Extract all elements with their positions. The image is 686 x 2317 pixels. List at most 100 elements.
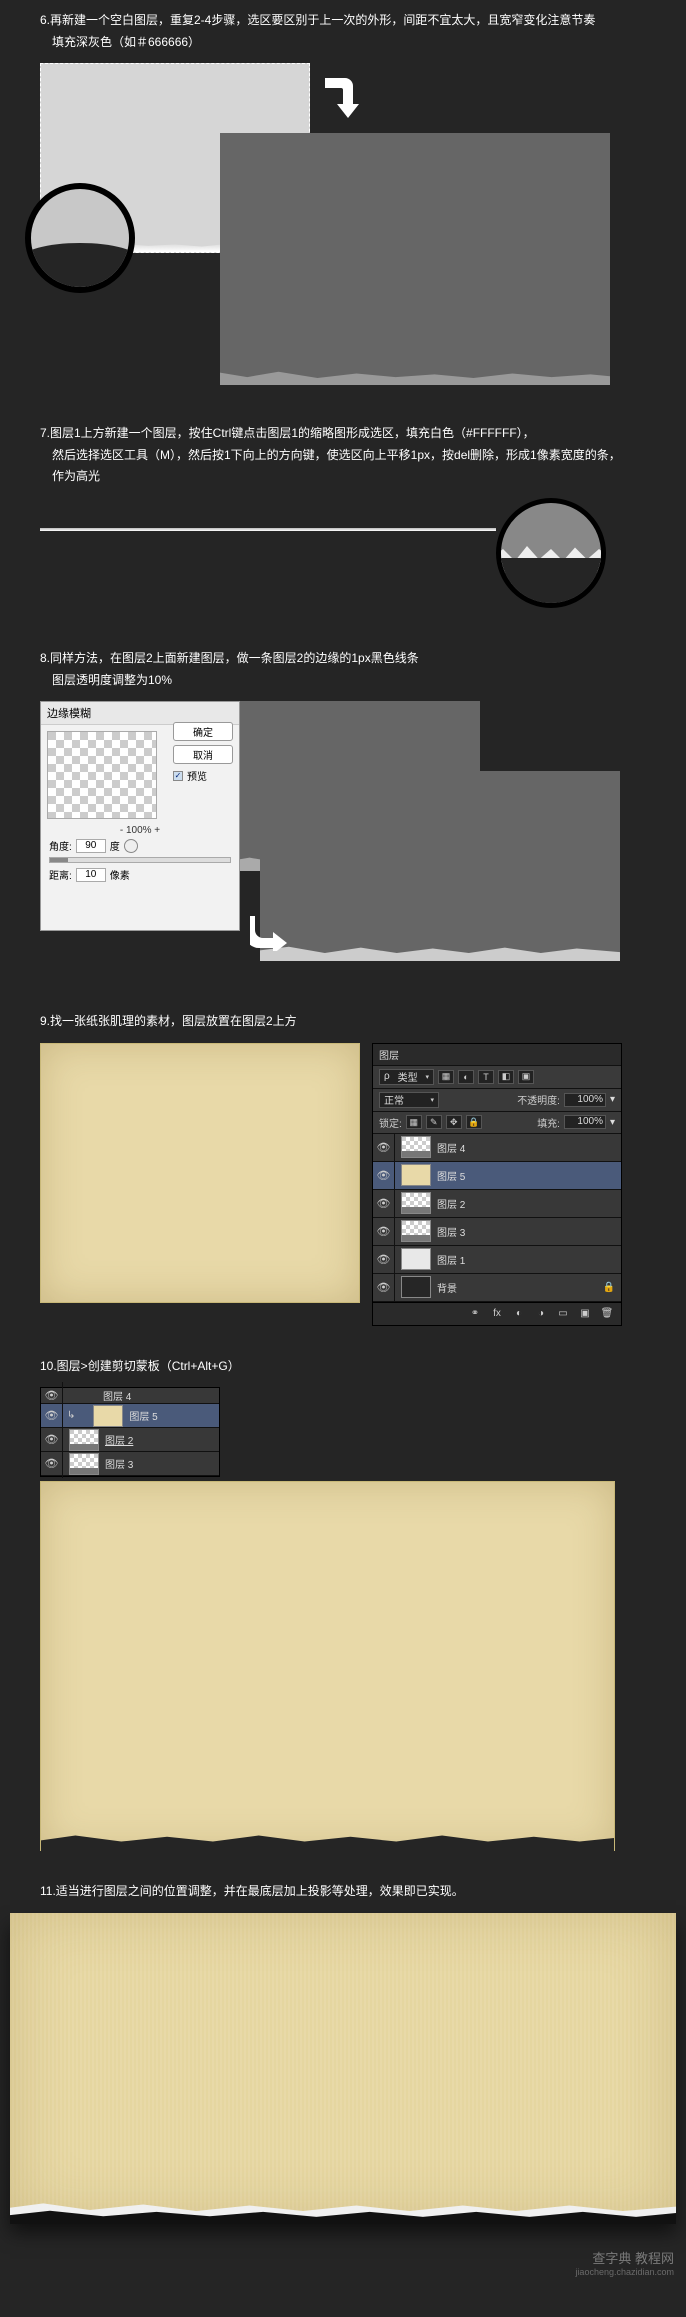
filter-row: ρ 类型 ▾ ▦ ◐ T ◧ ▣ [373,1066,621,1089]
distance-row: 距离: 10 像素 [41,865,239,884]
layer-row[interactable]: 👁 图层 3 [373,1218,621,1246]
torn-edge [220,367,610,385]
visibility-toggle-icon[interactable]: 👁 [373,1133,395,1161]
layer-name: 图层 2 [437,1196,465,1211]
caption-text: 11.适当进行图层之间的位置调整，并在最底层加上投影等处理，效果即已实现。 [40,1881,646,1903]
lock-pixels-icon[interactable]: ▦ [406,1115,422,1129]
layer-thumbnail [401,1276,431,1298]
lock-fill-row: 锁定: ▦ ✎ ✥ 🔒 填充: 100% ▾ [373,1112,621,1134]
group-icon[interactable]: ▭ [555,1307,571,1321]
select-value: ρ [384,1071,390,1082]
layer-row[interactable]: 👁图层 2 [41,1428,219,1452]
step-11: 11.适当进行图层之间的位置调整，并在最底层加上投影等处理，效果即已实现。 [0,1881,686,2218]
arrow-icon [250,911,290,951]
visibility-toggle-icon[interactable]: 👁 [41,1450,63,1478]
step-8-figure: 边缘模糊 确定 取消 ✓ 预览 - 100% + 角度: 90 度 [40,701,646,981]
layer-row[interactable]: 👁 图层 2 [373,1190,621,1218]
highlight-line [40,528,496,531]
filter-pixel-icon[interactable]: ▦ [438,1070,454,1084]
layer-thumbnail [69,1429,99,1451]
layer-row[interactable]: 👁背景🔒 [373,1274,621,1302]
layer-thumbnail [93,1405,123,1427]
step-6-caption: 6.再新建一个空白图层，重复2-4步骤，选区要区别于上一次的外形，间距不宜太大，… [0,10,686,63]
fx-icon[interactable]: fx [489,1307,505,1321]
layers-panel: 图层 ρ 类型 ▾ ▦ ◐ T ◧ ▣ 正常 ▾ [372,1043,622,1326]
caption-text: 9.找一张纸张肌理的素材，图层放置在图层2上方 [40,1011,646,1033]
visibility-toggle-icon[interactable]: 👁 [373,1161,395,1189]
layer-row[interactable]: 👁 图层 1 [373,1246,621,1274]
step-9-figure: 图层 ρ 类型 ▾ ▦ ◐ T ◧ ▣ 正常 ▾ [40,1043,646,1326]
blend-opacity-row: 正常 ▾ 不透明度: 100% ▾ [373,1089,621,1112]
mini-layers-panel: 👁 图层 4 👁↳图层 5👁图层 2👁图层 3 [40,1387,220,1477]
angle-unit: 度 [110,838,120,853]
trash-icon[interactable]: 🗑 [599,1307,615,1321]
caption-text: 10.图层>创建剪切蒙板（Ctrl+Alt+G） [40,1356,646,1378]
preview-thumbnail [47,731,157,819]
step-7-figure [40,498,646,618]
lock-move-icon[interactable]: ✥ [446,1115,462,1129]
clipped-paper-preview [40,1481,615,1851]
paper-texture-preview [40,1043,360,1303]
step-8: 8.同样方法，在图层2上面新建图层，做一条图层2的边缘的1px黑色线条 图层透明… [0,648,686,981]
distance-slider[interactable] [49,857,231,863]
layer-name: 图层 3 [437,1224,465,1239]
watermark-url: jiaocheng.chazidian.com [0,2267,674,2277]
ok-button[interactable]: 确定 [173,722,233,741]
layer-thumbnail [401,1136,431,1158]
lock-all-icon[interactable]: 🔒 [466,1115,482,1129]
cancel-button[interactable]: 取消 [173,745,233,764]
gray-layer-preview-2 [260,771,620,961]
visibility-toggle-icon[interactable]: 👁 [373,1273,395,1301]
preview-checkbox[interactable]: ✓ 预览 [173,768,233,783]
step-10-figure: 👁 图层 4 👁↳图层 5👁图层 2👁图层 3 [40,1387,646,1851]
filter-kind-select[interactable]: ρ 类型 ▾ [379,1069,434,1085]
angle-input[interactable]: 90 [76,839,106,853]
new-layer-icon[interactable]: ▣ [577,1307,593,1321]
layer-thumbnail [401,1248,431,1270]
layer-thumbnail [69,1453,99,1475]
angle-knob-icon[interactable] [124,839,138,853]
chevron-down-icon[interactable]: ▾ [610,1094,615,1105]
clip-arrow-icon: ↳ [67,1410,75,1421]
visibility-toggle-icon[interactable]: 👁 [373,1245,395,1273]
filter-adjust-icon[interactable]: ◐ [458,1070,474,1084]
visibility-toggle-icon[interactable]: 👁 [373,1217,395,1245]
panel-title: 图层 [373,1044,621,1066]
zoom-controls[interactable]: - 100% + [41,825,239,836]
caption-text: 作为高光 [40,466,646,488]
zoom-circle [25,183,135,293]
layer-row[interactable]: 👁图层 5 [373,1162,621,1190]
lock-label: 锁定: [379,1115,402,1130]
layer-row[interactable]: 👁图层 4 [373,1134,621,1162]
checkbox-label: 预览 [187,768,207,783]
layer-name: 图层 1 [437,1252,465,1267]
layer-row[interactable]: 👁图层 3 [41,1452,219,1476]
adjustment-icon[interactable]: ◑ [533,1307,549,1321]
lock-brush-icon[interactable]: ✎ [426,1115,442,1129]
chevron-down-icon: ▾ [430,1096,434,1104]
distance-input[interactable]: 10 [76,868,106,882]
arrow-icon [320,73,360,123]
layer-thumbnail [401,1164,431,1186]
filter-smart-icon[interactable]: ▣ [518,1070,534,1084]
filter-text-icon[interactable]: T [478,1070,494,1084]
chevron-down-icon[interactable]: ▾ [610,1117,615,1128]
layer-row[interactable]: 👁↳图层 5 [41,1404,219,1428]
watermark-text: 查字典 教程网 [592,2251,674,2266]
opacity-input[interactable]: 100% [564,1093,606,1107]
angle-label: 角度: [49,838,72,853]
motion-blur-dialog: 边缘模糊 确定 取消 ✓ 预览 - 100% + 角度: 90 度 [40,701,240,931]
layer-row[interactable]: 👁 图层 4 [41,1388,219,1404]
select-value: 正常 [384,1092,404,1107]
chevron-down-icon: ▾ [425,1073,429,1081]
layer-thumbnail [401,1220,431,1242]
link-icon[interactable]: ⚭ [467,1307,483,1321]
mask-icon[interactable]: ◐ [511,1307,527,1321]
visibility-toggle-icon[interactable]: 👁 [373,1189,395,1217]
zoom-circle [496,498,606,608]
fill-input[interactable]: 100% [564,1115,606,1129]
filter-shape-icon[interactable]: ◧ [498,1070,514,1084]
dark-gray-layer-preview [220,133,610,383]
caption-text: 然后选择选区工具（M），然后按1下向上的方向键，使选区向上平移1px，按del删… [40,445,646,467]
blend-mode-select[interactable]: 正常 ▾ [379,1092,439,1108]
